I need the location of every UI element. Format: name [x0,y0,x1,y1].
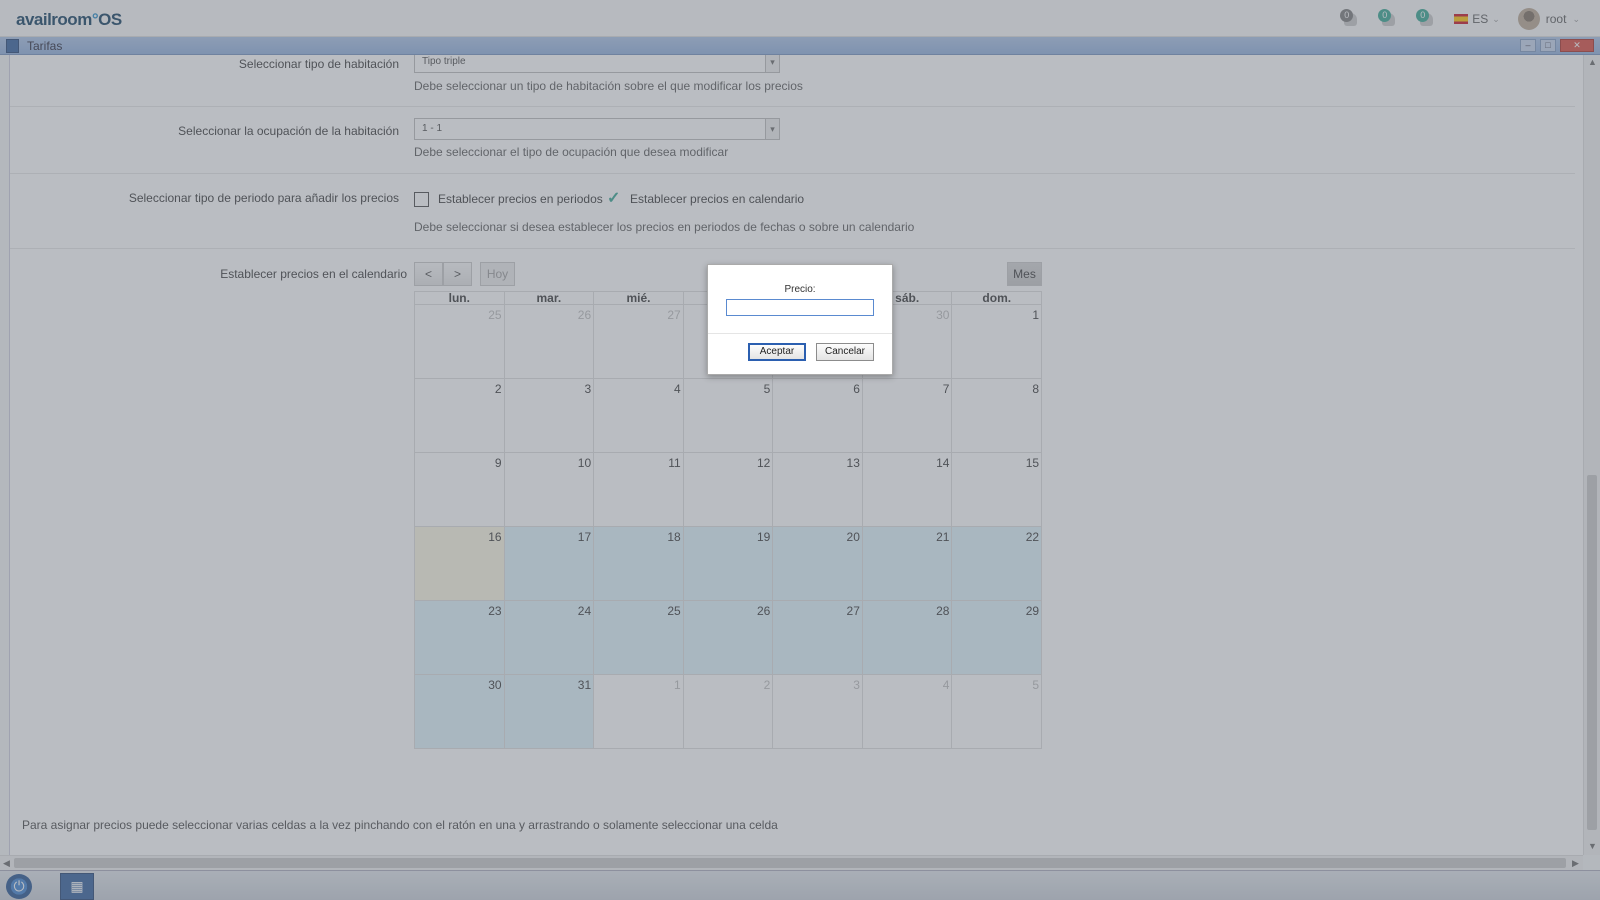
price-label: Precio: [784,284,816,295]
cancel-button[interactable]: Cancelar [816,343,874,361]
dialog-divider [708,333,892,334]
accept-button[interactable]: Aceptar [748,343,806,361]
modal-overlay [0,0,1600,900]
price-input[interactable] [726,299,874,316]
price-dialog: Precio: Aceptar Cancelar [707,264,893,375]
